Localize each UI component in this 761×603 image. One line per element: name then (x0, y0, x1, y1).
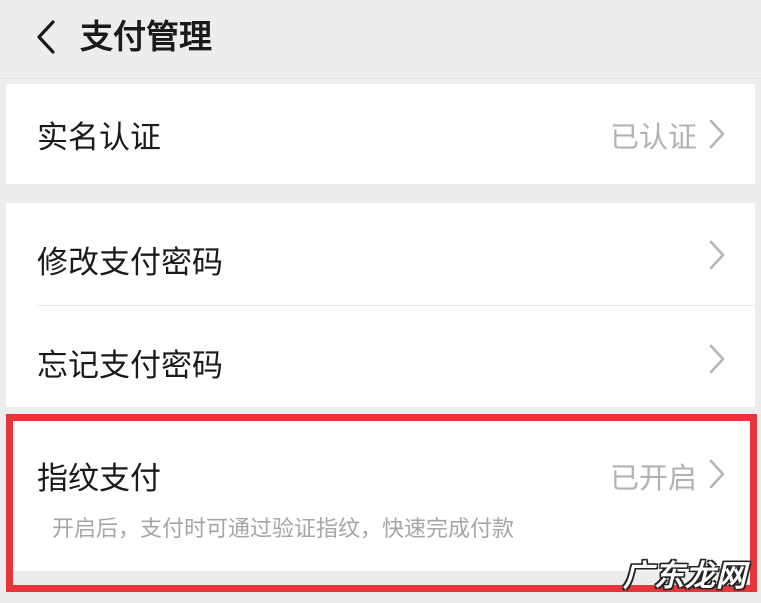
forgot-password-label: 忘记支付密码 (37, 348, 223, 384)
fingerprint-card: 指纹支付 已开启 开启后，支付时可通过验证指纹，快速完成付款 (6, 421, 755, 571)
chevron-left-icon (37, 20, 55, 54)
page-title: 支付管理 (80, 17, 212, 56)
fingerprint-description: 开启后，支付时可通过验证指纹，快速完成付款 (52, 517, 515, 542)
real-name-card: 实名认证 已认证 (6, 84, 755, 184)
chevron-right-icon (709, 240, 725, 270)
chevron-right-icon (709, 344, 725, 374)
forgot-password-row[interactable]: 忘记支付密码 (6, 306, 755, 407)
password-card: 修改支付密码 忘记支付密码 (6, 203, 755, 407)
nav-header: 支付管理 (0, 0, 761, 79)
watermark: 广东龙网 (623, 559, 747, 594)
chevron-right-icon (709, 459, 725, 489)
fingerprint-payment-status: 已开启 (609, 461, 697, 495)
back-button[interactable] (24, 14, 68, 60)
real-name-label: 实名认证 (37, 120, 161, 156)
real-name-row[interactable]: 实名认证 已认证 (6, 84, 755, 184)
chevron-right-icon (709, 119, 725, 149)
change-password-row[interactable]: 修改支付密码 (6, 203, 755, 305)
fingerprint-payment-label: 指纹支付 (37, 461, 161, 497)
payment-management-page: 支付管理 实名认证 已认证 修改支付密码 忘记支付密码 指纹支付 已开启 开启后… (0, 0, 761, 603)
real-name-status: 已认证 (609, 120, 697, 154)
fingerprint-payment-row[interactable]: 指纹支付 已开启 开启后，支付时可通过验证指纹，快速完成付款 (6, 421, 755, 571)
change-password-label: 修改支付密码 (37, 245, 223, 281)
